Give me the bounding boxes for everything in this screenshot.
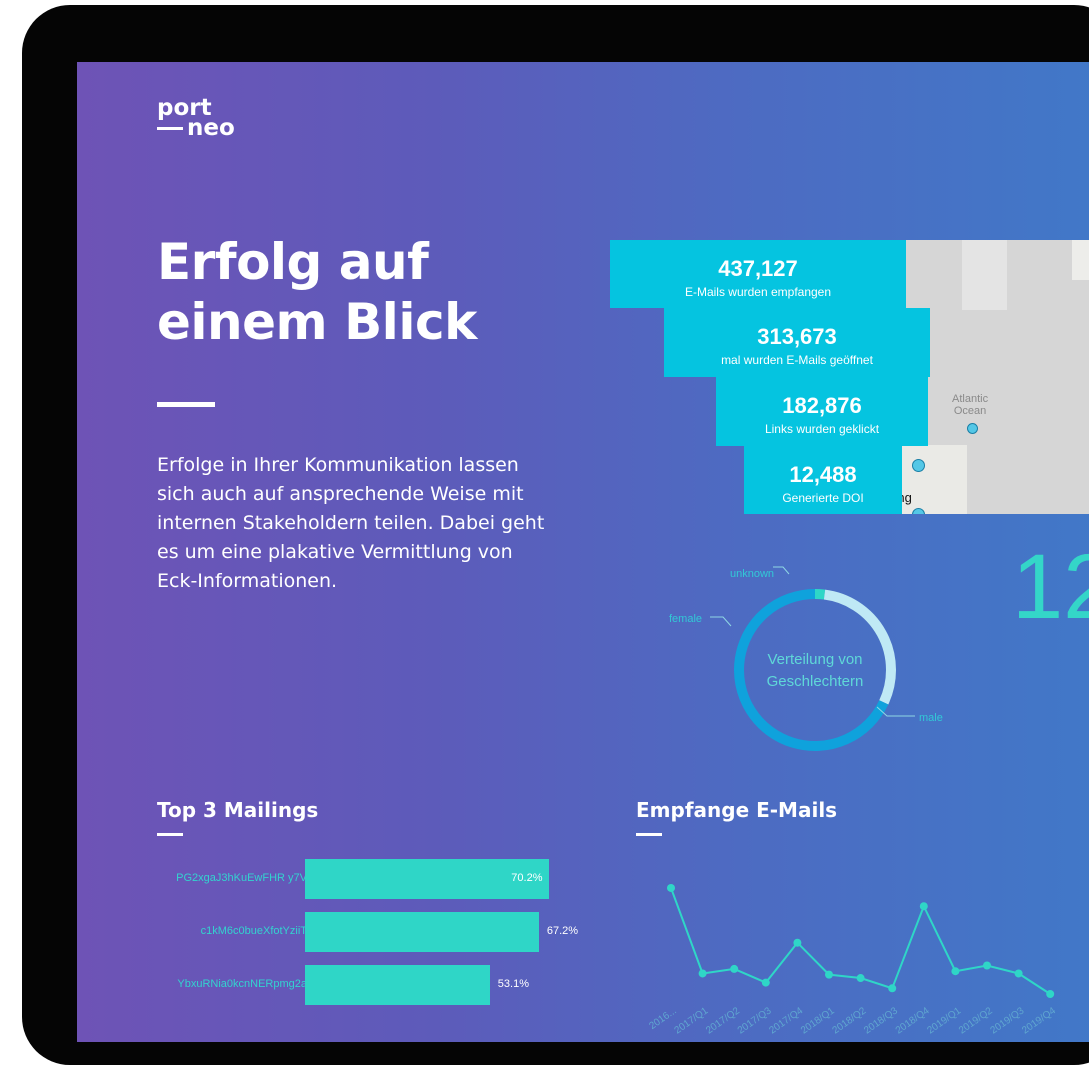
- line-point[interactable]: [919, 902, 928, 911]
- funnel-step-value: 12,488: [789, 462, 857, 487]
- line-point[interactable]: [730, 964, 739, 973]
- bar-value-label: 53.1%: [497, 978, 529, 990]
- map-ocean-label-line1: Atlantic: [952, 393, 989, 405]
- line-point[interactable]: [856, 974, 865, 983]
- gender-donut-chart: Verteilung von Geschlechtern unknown fema…: [665, 562, 965, 752]
- x-tick-label: 2018/Q3: [862, 1005, 900, 1036]
- donut-leader-female: [710, 616, 732, 627]
- donut-label-male: male: [919, 712, 943, 724]
- line-chart-svg: 2016...2017/Q12017/Q22017/Q32017/Q42018/…: [647, 883, 1058, 1036]
- brand-logo-line2: neo: [187, 115, 235, 141]
- map-land-north: [962, 240, 1007, 310]
- page-title-line1: Erfolg auf: [157, 233, 429, 291]
- funnel-step-label: Generierte DOI: [782, 491, 864, 505]
- page-title: Erfolg auf einem Blick: [157, 232, 477, 352]
- funnel-step-opened: 313,673 mal wurden E-Mails geöffnet: [664, 308, 930, 377]
- map-land-east: [1072, 240, 1089, 280]
- map-ocean-label-line2: Ocean: [953, 405, 987, 417]
- donut-label-unknown: unknown: [730, 568, 775, 580]
- top3-title-bar: [157, 833, 183, 836]
- bar[interactable]: [305, 965, 490, 1005]
- funnel-step-label: Links wurden geklickt: [764, 422, 880, 436]
- funnel-step-clicked: 182,876 Links wurden geklickt: [716, 377, 928, 446]
- map-ocean-label: Atlantic Ocean: [952, 393, 988, 417]
- funnel-step-value: 182,876: [782, 393, 862, 418]
- x-tick-label: 2017/Q2: [704, 1005, 742, 1036]
- x-tick-label: 2017/Q4: [767, 1005, 805, 1036]
- line-point[interactable]: [951, 967, 960, 976]
- page-title-line2: einem Blick: [157, 293, 477, 351]
- map-marker[interactable]: [912, 459, 925, 472]
- donut-label-female: female: [669, 613, 703, 625]
- donut-center-text: Verteilung von: [767, 651, 862, 668]
- line-point[interactable]: [1014, 969, 1023, 978]
- intro-paragraph: Erfolge in Ihrer Kommunikation lassen si…: [157, 454, 545, 592]
- x-tick-label: 2018/Q1: [799, 1005, 837, 1036]
- x-tick-label: 2019/Q2: [957, 1005, 995, 1036]
- funnel-step-doi: 12,488 Generierte DOI: [744, 446, 902, 514]
- received-emails-line-chart: 2016... 2017/Q1 2017/Q2 2017/Q3 2017/Q4 2018/…: [617, 852, 1089, 1042]
- x-tick-label: 2017/Q3: [736, 1005, 774, 1036]
- map-marker[interactable]: [912, 508, 925, 514]
- bar-value-label: 70.2%: [511, 872, 543, 884]
- brand-logo: port neo: [157, 97, 235, 141]
- top3-bar-chart: PG2xgaJ3hKuEwFHR y7V 70.2% c1kM6c0bueXfotY…: [152, 857, 612, 1007]
- x-tick-label: 2019/Q1: [925, 1005, 963, 1036]
- x-tick-label: 2018/Q4: [894, 1005, 932, 1036]
- donut-center-text: Geschlechtern: [767, 673, 864, 690]
- bar-category-label: YbxuRNia0kcnNERpmg2a: [177, 978, 307, 990]
- donut-leader-unknown: [773, 566, 790, 575]
- funnel-step-value: 313,673: [757, 324, 837, 349]
- line-point[interactable]: [983, 961, 991, 970]
- line-point[interactable]: [1046, 990, 1055, 998]
- funnel-step-label: mal wurden E-Mails geöffnet: [721, 353, 873, 367]
- map-marker[interactable]: [967, 423, 978, 434]
- line-point[interactable]: [667, 883, 675, 892]
- top3-title: Top 3 Mailings: [157, 798, 319, 822]
- line-point[interactable]: [761, 978, 770, 987]
- line-point[interactable]: [698, 969, 707, 978]
- line-point[interactable]: [888, 984, 897, 993]
- funnel-step-label: E-Mails wurden empfangen: [684, 285, 832, 299]
- x-tick-label: 2019/Q4: [1020, 1005, 1058, 1036]
- funnel-step-value: 437,127: [718, 256, 798, 281]
- bar-value-label: 67.2%: [546, 925, 579, 937]
- bar[interactable]: [305, 912, 539, 952]
- x-tick-label: 2018/Q2: [831, 1005, 869, 1036]
- donut-slice-male[interactable]: [734, 589, 889, 751]
- bar-category-label: PG2xgaJ3hKuEwFHR y7V: [176, 872, 307, 884]
- emails-title-bar: [636, 833, 662, 836]
- x-tick-label: 2017/Q1: [673, 1005, 711, 1036]
- x-tick-label: 2019/Q3: [989, 1005, 1027, 1036]
- donut-slice-unknown[interactable]: [814, 589, 826, 600]
- dashboard-screen: port neo Erfolg auf einem Blick Erfolge …: [77, 62, 1089, 1042]
- emails-title: Empfange E-Mails: [636, 798, 838, 822]
- funnel-step-received: 437,127 E-Mails wurden empfangen: [610, 240, 906, 308]
- line-point[interactable]: [825, 970, 833, 979]
- title-underline: [157, 402, 215, 407]
- bar-category-label: c1kM6c0bueXfotYziiT: [200, 925, 307, 937]
- big-kpi-number: 12: [1012, 536, 1089, 638]
- email-funnel: Atlantic Ocean bBing 437,127 E-Mails wur…: [610, 240, 1089, 514]
- line-point[interactable]: [793, 938, 802, 947]
- logo-dash: [157, 127, 183, 130]
